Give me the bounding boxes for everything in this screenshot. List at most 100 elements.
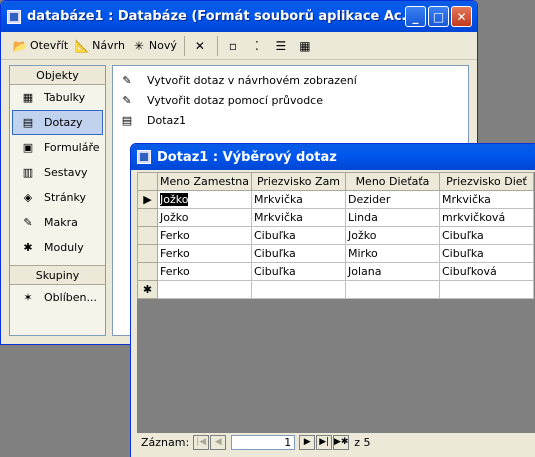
record-selector[interactable]: [137, 262, 158, 281]
table-cell[interactable]: Cibuľka: [251, 226, 346, 245]
groups-header[interactable]: Skupiny: [10, 266, 105, 285]
table-cell[interactable]: [157, 280, 252, 299]
table-cell[interactable]: Mirko: [345, 244, 440, 263]
table-cell[interactable]: Cibuľka: [439, 226, 534, 245]
new-record-button[interactable]: ▶✱: [333, 434, 350, 450]
query-window: Dotaz1 : Výběrový dotaz Meno Zamestna Pr…: [130, 143, 535, 457]
column-header[interactable]: Meno Dieťaťa: [345, 172, 440, 191]
table-cell[interactable]: Mrkvička: [251, 190, 346, 209]
record-selector[interactable]: [137, 244, 158, 263]
list-item-label: Vytvořit dotaz v návrhovém zobrazení: [147, 73, 357, 87]
groups-item-favorites[interactable]: ✶ Oblíben...: [10, 285, 105, 310]
table-icon: ▦: [22, 91, 34, 104]
design-label: Návrh: [92, 39, 125, 52]
objects-item-moduly[interactable]: ✱ Moduly: [10, 235, 105, 260]
objects-item-label: Moduly: [44, 241, 84, 254]
table-cell[interactable]: mrkvičková: [439, 208, 534, 227]
select-all-corner[interactable]: [137, 172, 158, 191]
table-cell[interactable]: Jožko: [157, 208, 252, 227]
table-cell[interactable]: [439, 280, 534, 299]
objects-item-stránky[interactable]: ◈ Stránky: [10, 185, 105, 210]
record-selector[interactable]: [137, 208, 158, 227]
new-record-row[interactable]: ✱: [137, 280, 534, 299]
database-window-titlebar[interactable]: databáze1 : Databáze (Formát souborů apl…: [1, 1, 477, 32]
objects-item-formuláře[interactable]: ▣ Formuláře: [10, 135, 105, 160]
objects-header[interactable]: Objekty: [10, 66, 105, 85]
open-icon: 📂: [12, 38, 28, 53]
details-view-button[interactable]: ▦: [294, 35, 318, 57]
table-cell[interactable]: [345, 280, 440, 299]
macro-icon: ✎: [23, 216, 33, 229]
table-cell[interactable]: Linda: [345, 208, 440, 227]
table-cell[interactable]: Mrkvička: [439, 190, 534, 209]
next-record-button[interactable]: ▶: [299, 434, 316, 450]
close-button[interactable]: ✕: [451, 6, 472, 27]
objects-item-dotazy[interactable]: ▤ Dotazy: [12, 110, 103, 135]
table-cell[interactable]: Jolana: [345, 262, 440, 281]
first-record-button[interactable]: |◀: [193, 434, 210, 450]
query-window-title: Dotaz1 : Výběrový dotaz: [157, 149, 337, 165]
record-selector[interactable]: [137, 226, 158, 245]
query-item-dotaz1[interactable]: ▤ Dotaz1: [119, 110, 462, 130]
open-label: Otevřít: [30, 39, 69, 52]
column-header[interactable]: Priezvisko Dieť: [439, 172, 534, 191]
column-header[interactable]: Priezvisko Zam: [251, 172, 346, 191]
previous-record-button[interactable]: ◀: [210, 434, 227, 450]
maximize-button[interactable]: □: [428, 6, 449, 27]
details-view-icon: ▦: [299, 38, 311, 53]
toolbar-separator: [183, 35, 185, 56]
delete-icon: ✕: [194, 38, 205, 53]
table-cell[interactable]: Ferko: [157, 226, 252, 245]
table-cell[interactable]: Dezider: [345, 190, 440, 209]
table-cell[interactable]: Cibuľka: [439, 244, 534, 263]
table-cell[interactable]: Cibuľková: [439, 262, 534, 281]
create-query-wizard-item[interactable]: ✎ Vytvořit dotaz pomocí průvodce: [119, 90, 462, 110]
table-cell[interactable]: Jožko: [345, 226, 440, 245]
create-query-design-item[interactable]: ✎ Vytvořit dotaz v návrhovém zobrazení: [119, 70, 462, 90]
record-number-input[interactable]: 1: [231, 434, 296, 450]
record-count: z 5: [354, 435, 371, 449]
wizard-icon: ✎: [122, 93, 132, 107]
objects-item-makra[interactable]: ✎ Makra: [10, 210, 105, 235]
report-icon: ▥: [22, 166, 34, 179]
datasheet-table: Meno Zamestna Priezvisko Zam Meno Dieťať…: [137, 172, 534, 299]
large-icons-icon: ▫: [228, 38, 237, 53]
large-icons-button[interactable]: ▫: [222, 35, 246, 57]
table-row[interactable]: ▶ Jožko Mrkvička Dezider Mrkvička: [137, 190, 534, 209]
toolbar-separator: [216, 35, 218, 56]
table-cell[interactable]: [251, 280, 346, 299]
record-selector[interactable]: ▶: [137, 190, 158, 209]
new-icon: ✳: [133, 38, 144, 53]
module-icon: ✱: [23, 241, 33, 254]
objects-item-label: Makra: [44, 216, 78, 229]
open-button[interactable]: 📂 Otevřít: [9, 35, 71, 57]
table-cell[interactable]: Mrkvička: [251, 208, 346, 227]
last-record-button[interactable]: ▶|: [316, 434, 333, 450]
small-icons-button[interactable]: ⁚: [246, 35, 270, 57]
table-cell[interactable]: Cibuľka: [251, 262, 346, 281]
table-row[interactable]: Ferko Cibuľka Jožko Cibuľka: [137, 226, 534, 245]
minimize-button[interactable]: _: [405, 6, 426, 27]
table-row[interactable]: Ferko Cibuľka Jolana Cibuľková: [137, 262, 534, 281]
list-view-button[interactable]: ☰: [270, 35, 294, 57]
query-window-titlebar[interactable]: Dotaz1 : Výběrový dotaz: [131, 144, 535, 170]
objects-item-label: Tabulky: [44, 91, 86, 104]
table-cell[interactable]: Ferko: [157, 262, 252, 281]
table-cell[interactable]: Cibuľka: [251, 244, 346, 263]
new-label: Nový: [148, 39, 177, 52]
table-row[interactable]: Jožko Mrkvička Linda mrkvičková: [137, 208, 534, 227]
database-icon: [7, 9, 21, 24]
table-row[interactable]: Ferko Cibuľka Mirko Cibuľka: [137, 244, 534, 263]
objects-item-sestavy[interactable]: ▥ Sestavy: [10, 160, 105, 185]
design-wizard-icon: ✎: [122, 73, 132, 87]
objects-item-label: Sestavy: [44, 166, 88, 179]
table-cell[interactable]: Jožko: [157, 190, 252, 209]
delete-button[interactable]: ✕: [189, 35, 213, 57]
new-button[interactable]: ✳ Nový: [128, 35, 180, 57]
column-header[interactable]: Meno Zamestna: [157, 172, 252, 191]
new-record-selector[interactable]: ✱: [137, 280, 158, 299]
objects-item-tabulky[interactable]: ▦ Tabulky: [10, 85, 105, 110]
design-button[interactable]: 📐 Návrh: [71, 35, 128, 57]
database-toolbar: 📂 Otevřít 📐 Návrh ✳ Nový ✕ ▫ ⁚ ☰ ▦: [1, 32, 477, 60]
table-cell[interactable]: Ferko: [157, 244, 252, 263]
